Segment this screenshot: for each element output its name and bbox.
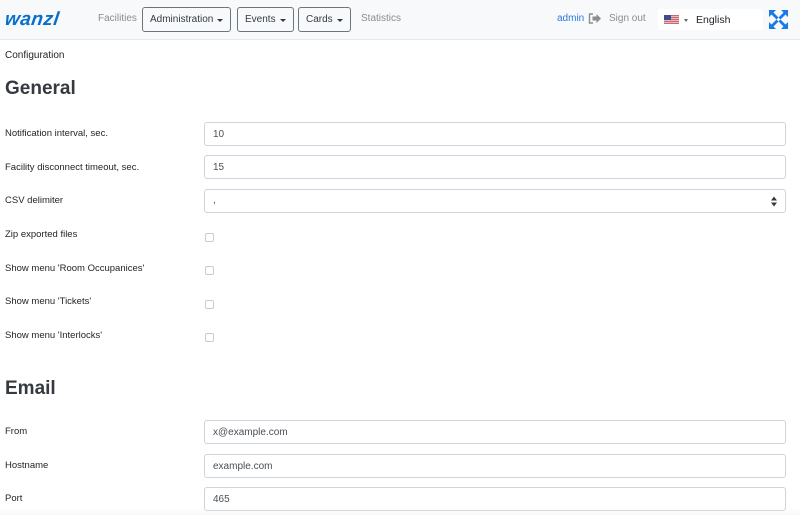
user-admin-link[interactable]: admin [557,13,584,24]
scroll-fade [0,508,800,515]
csv-delimiter-value: , [213,195,216,206]
label-from: From [5,426,28,437]
label-csv-delimiter: CSV delimiter [5,195,64,206]
top-navbar: wanzl Facilities Administration Events C… [0,0,800,40]
label-notification-interval: Notification interval, sec. [5,128,108,139]
label-show-tickets: Show menu 'Tickets' [5,296,92,307]
nav-administration-dropdown[interactable]: Administration [142,7,232,32]
nav-statistics-link[interactable]: Statistics [361,13,401,24]
email-from-input[interactable] [204,420,786,444]
sign-out-link[interactable]: Sign out [609,13,646,24]
expand-arrows-icon[interactable] [768,9,789,30]
nav-administration-label: Administration [150,14,214,25]
label-hostname: Hostname [5,460,49,471]
nav-cards-label: Cards [306,14,333,25]
label-zip-exported: Zip exported files [5,229,78,240]
caret-down-icon [217,18,224,22]
language-select[interactable]: English [658,9,763,30]
show-tickets-checkbox[interactable] [205,300,214,309]
breadcrumb: Configuration [5,50,65,61]
nav-events-dropdown[interactable]: Events [237,7,294,32]
sign-out-icon[interactable] [588,13,602,24]
label-disconnect-timeout: Facility disconnect timeout, sec. [5,162,140,173]
label-port: Port [5,493,23,504]
label-show-interlocks: Show menu 'Interlocks' [5,330,103,341]
notification-interval-input[interactable] [204,122,786,146]
caret-down-icon [336,18,343,22]
us-flag-icon [664,15,679,24]
brand-logo[interactable]: wanzl [3,9,61,31]
show-room-occupancies-checkbox[interactable] [205,266,214,275]
disconnect-timeout-input[interactable] [204,155,786,179]
caret-down-icon [684,19,688,22]
csv-delimiter-select[interactable]: , [204,189,786,213]
zip-exported-checkbox[interactable] [205,233,214,242]
email-hostname-input[interactable] [204,454,786,478]
show-interlocks-checkbox[interactable] [205,333,214,342]
section-title-email: Email [5,378,56,399]
nav-facilities-link[interactable]: Facilities [98,13,137,24]
nav-events-label: Events [245,14,276,25]
select-arrows-icon [771,196,777,207]
nav-cards-dropdown[interactable]: Cards [298,7,351,32]
label-show-room-occupancies: Show menu 'Room Occupanices' [5,263,145,274]
caret-down-icon [279,18,286,22]
section-title-general: General [5,78,76,99]
language-selected-label: English [696,14,731,26]
